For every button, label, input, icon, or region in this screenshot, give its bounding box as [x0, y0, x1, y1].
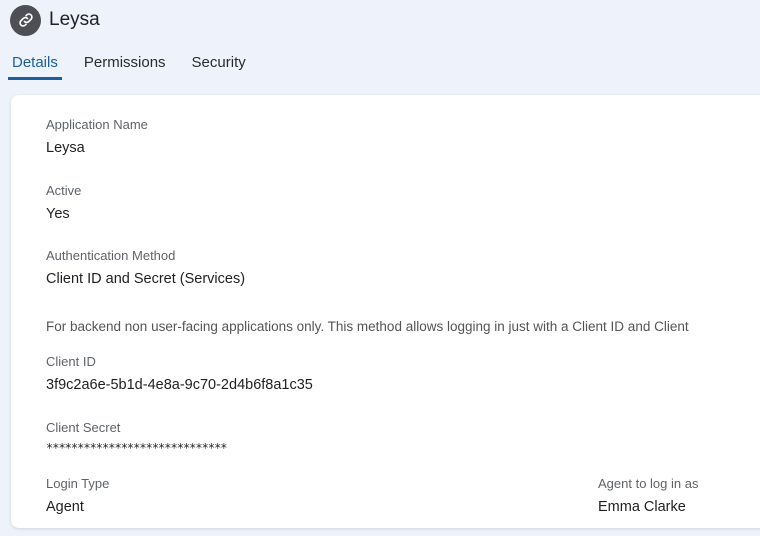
agent-field: Agent to log in as Emma Clarke	[598, 476, 698, 515]
details-card: Application Name Leysa Active Yes Authen…	[11, 95, 760, 528]
client-id-field: Client ID 3f9c2a6e-5b1d-4e8a-9c70-2d4b6f…	[46, 354, 313, 393]
auth-method-label: Authentication Method	[46, 248, 176, 263]
client-secret-value[interactable]: *****************************	[46, 441, 228, 455]
active-field: Active Yes	[46, 183, 81, 222]
login-type-field: Login Type Agent	[46, 476, 109, 515]
page-header: Leysa	[10, 4, 100, 36]
page-title: Leysa	[49, 9, 100, 30]
application-name-value: Leysa	[46, 140, 85, 156]
client-secret-field: Client Secret **************************…	[46, 420, 228, 455]
login-type-label: Login Type	[46, 476, 110, 491]
auth-method-value: Client ID and Secret (Services)	[46, 271, 246, 287]
link-icon	[10, 4, 41, 36]
tab-security[interactable]: Security	[188, 52, 250, 80]
application-name-field: Application Name Leysa	[46, 117, 148, 156]
agent-label: Agent to log in as	[598, 476, 699, 491]
active-value: Yes	[46, 206, 70, 222]
tab-bar: Details Permissions Security	[8, 52, 268, 80]
client-id-value[interactable]: 3f9c2a6e-5b1d-4e8a-9c70-2d4b6f8a1c35	[46, 377, 313, 393]
client-secret-label: Client Secret	[46, 420, 121, 435]
agent-value: Emma Clarke	[598, 499, 686, 515]
auth-method-note: For backend non user-facing applications…	[46, 319, 689, 334]
active-label: Active	[46, 183, 82, 198]
client-id-label: Client ID	[46, 354, 96, 369]
login-type-value: Agent	[46, 499, 84, 515]
tab-details[interactable]: Details	[8, 52, 62, 80]
application-name-label: Application Name	[46, 117, 148, 132]
auth-method-field: Authentication Method Client ID and Secr…	[46, 248, 245, 287]
tab-permissions[interactable]: Permissions	[80, 52, 170, 80]
